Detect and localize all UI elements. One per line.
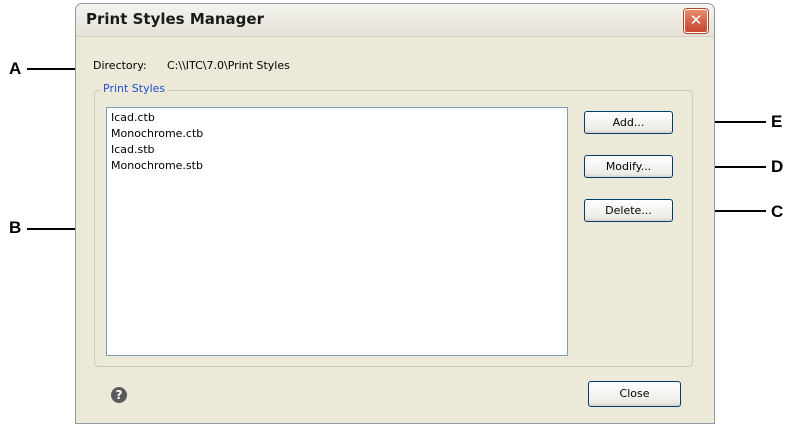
modify-button[interactable]: Modify... [584,155,673,178]
list-item[interactable]: Icad.stb [111,143,155,156]
add-button[interactable]: Add... [584,111,673,134]
help-icon[interactable]: ? [111,387,127,403]
callout-e: E [771,112,783,131]
directory-value: C:\\ITC\7.0\Print Styles [167,59,290,72]
print-styles-list[interactable]: Icad.ctb Monochrome.ctb Icad.stb Monochr… [106,107,568,356]
callout-c: C [771,202,784,221]
dialog-title: Print Styles Manager [86,10,264,28]
list-item[interactable]: Monochrome.stb [111,159,203,172]
close-icon[interactable]: ✕ [684,9,708,33]
print-styles-group-label: Print Styles [101,82,168,95]
list-item[interactable]: Icad.ctb [111,111,155,124]
directory-label: Directory: [93,59,147,72]
callout-a: A [9,59,22,78]
callout-b: B [9,218,22,237]
callout-d: D [771,157,784,176]
close-button[interactable]: Close [588,381,681,407]
title-bar[interactable]: Print Styles Manager ✕ [76,4,714,37]
delete-button[interactable]: Delete... [584,199,673,222]
list-item[interactable]: Monochrome.ctb [111,127,203,140]
print-styles-manager-dialog: Print Styles Manager ✕ Directory: C:\\IT… [75,3,715,424]
